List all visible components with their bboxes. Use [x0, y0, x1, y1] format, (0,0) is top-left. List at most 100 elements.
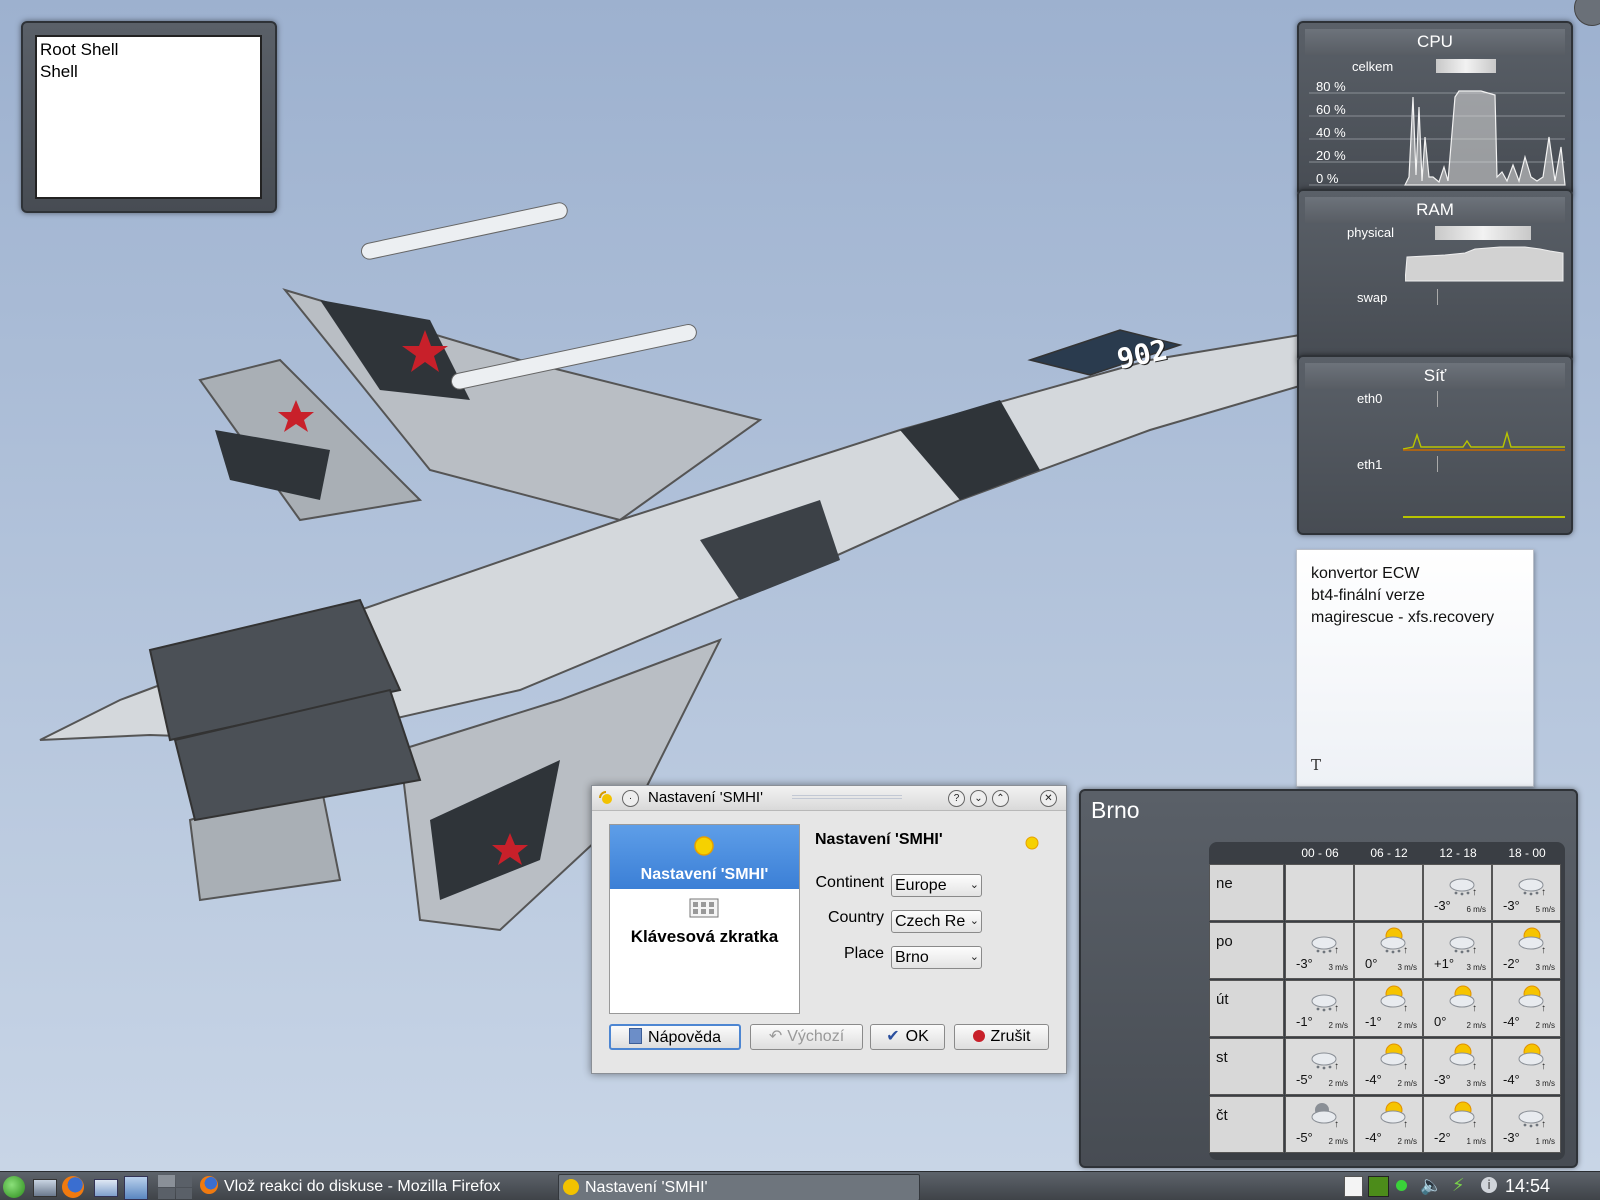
cancel-button[interactable]: Zrušit	[954, 1024, 1049, 1050]
ram-monitor-widget: RAM physical swap	[1297, 189, 1573, 363]
desktop-icon[interactable]	[33, 1179, 57, 1197]
cpu-total-label: celkem	[1352, 59, 1394, 74]
pager-desktop-3[interactable]	[158, 1187, 175, 1199]
forecast-wind-speed: 2 m/s	[1466, 1021, 1486, 1030]
forecast-temperature: -4°	[1365, 1072, 1382, 1087]
network-eth1-indicator	[1437, 456, 1438, 472]
task-firefox[interactable]: Vlož reakci do diskuse - Mozilla Firefox	[200, 1174, 555, 1199]
forecast-wind-speed: 3 m/s	[1328, 963, 1348, 972]
help-icon[interactable]: ?	[948, 790, 965, 807]
firefox-icon[interactable]	[62, 1176, 84, 1198]
place-label: Place	[843, 945, 884, 962]
cancel-button-label: Zrušit	[990, 1028, 1031, 1045]
check-icon: ✔	[886, 1028, 900, 1045]
help-button[interactable]: Nápověda	[609, 1024, 741, 1050]
page-item-smhi-settings[interactable]: Nastavení 'SMHI'	[610, 825, 799, 889]
chevron-down-icon: ⌄	[969, 951, 979, 963]
cpu-monitor-title: CPU	[1305, 29, 1565, 55]
email-icon[interactable]	[94, 1179, 118, 1197]
forecast-cell: ↑ -3° 3 m/s	[1423, 1038, 1492, 1095]
wind-arrow-icon: ↑	[1541, 1003, 1546, 1014]
wind-arrow-icon: ↑	[1472, 1119, 1477, 1130]
forecast-temperature: -3°	[1434, 1072, 1451, 1087]
pager-desktop-2[interactable]	[175, 1175, 192, 1187]
settings-page-list: Nastavení 'SMHI' Klávesová zkratka	[609, 824, 800, 1014]
file-manager-icon[interactable]	[124, 1176, 148, 1200]
pager[interactable]	[158, 1175, 192, 1199]
defaults-button[interactable]: ↶ Výchozí	[750, 1024, 863, 1050]
window-menu-button[interactable]: ·	[622, 790, 639, 807]
forecast-day-label: st	[1209, 1038, 1284, 1095]
country-select[interactable]: Czech Re ⌄	[891, 910, 982, 933]
minimize-icon[interactable]: ⌄	[970, 790, 987, 807]
launcher-list: Root Shell Shell	[35, 35, 262, 199]
dialog-title: Nastavení 'SMHI'	[648, 789, 763, 806]
network-monitor-title: Síť	[1305, 363, 1565, 389]
nvidia-icon[interactable]	[1368, 1176, 1389, 1197]
continent-value: Europe	[895, 877, 947, 894]
forecast-cell: ↑ -1° 2 m/s	[1354, 980, 1423, 1037]
chevron-down-icon: ⌄	[969, 915, 979, 927]
pager-desktop-4[interactable]	[175, 1187, 192, 1199]
forecast-temperature: -4°	[1365, 1130, 1382, 1145]
forecast-wind-speed: 1 m/s	[1466, 1137, 1486, 1146]
forecast-header-2: 12 - 18	[1439, 846, 1477, 860]
close-icon[interactable]: ✕	[1040, 790, 1057, 807]
heading-sun-icon	[1025, 836, 1039, 850]
place-select[interactable]: Brno ⌄	[891, 946, 982, 969]
wind-arrow-icon: ↑	[1403, 1061, 1408, 1072]
dialog-titlebar[interactable]: · Nastavení 'SMHI' ? ⌄ ⌃ ✕	[592, 786, 1066, 811]
help-button-label: Nápověda	[648, 1029, 721, 1046]
pager-desktop-1[interactable]	[158, 1175, 175, 1187]
network-eth0-label: eth0	[1357, 391, 1383, 406]
forecast-temperature: -5°	[1296, 1130, 1313, 1145]
wind-arrow-icon: ↑	[1334, 945, 1339, 956]
note-format-icon[interactable]: T	[1311, 756, 1321, 774]
forecast-cell: ↑ -1° 2 m/s	[1285, 980, 1354, 1037]
cpu-monitor-widget: CPU celkem 80 % 60 % 40 % 20 % 0 %	[1297, 21, 1573, 197]
note-line-1: konvertor ECW	[1311, 565, 1420, 582]
forecast-temperature: 0°	[1434, 1014, 1447, 1029]
task-smhi-label: Nastavení 'SMHI'	[585, 1179, 708, 1196]
place-value: Brno	[895, 949, 929, 966]
network-manager-icon[interactable]: ⚡	[1452, 1175, 1465, 1196]
forecast-wind-speed: 3 m/s	[1466, 963, 1486, 972]
forecast-cell: ↑ 0° 2 m/s	[1423, 980, 1492, 1037]
forecast-cell: ↑ -3° 1 m/s	[1492, 1096, 1561, 1153]
forecast-wind-speed: 2 m/s	[1397, 1079, 1417, 1088]
wind-arrow-icon: ↑	[1403, 1119, 1408, 1130]
status-led-icon[interactable]	[1396, 1180, 1407, 1191]
network-eth1-label: eth1	[1357, 457, 1383, 472]
continent-select[interactable]: Europe ⌄	[891, 874, 982, 897]
forecast-day-label: po	[1209, 922, 1284, 979]
forecast-temperature: -1°	[1365, 1014, 1382, 1029]
sticky-note-widget[interactable]: konvertor ECW bt4-finální verze magiresc…	[1296, 549, 1534, 787]
launcher-item-shell[interactable]: Shell	[40, 61, 257, 83]
page-item-shortcut[interactable]: Klávesová zkratka	[610, 889, 799, 953]
forecast-cell: ↑ -5° 2 m/s	[1285, 1096, 1354, 1153]
launcher-item-root-shell[interactable]: Root Shell	[40, 39, 257, 61]
wind-arrow-icon: ↑	[1403, 1003, 1408, 1014]
ram-swap-indicator	[1437, 289, 1438, 305]
forecast-wind-speed: 2 m/s	[1328, 1021, 1348, 1030]
ok-button[interactable]: ✔ OK	[870, 1024, 945, 1050]
taskbar-clock[interactable]: 14:54	[1505, 1174, 1550, 1199]
forecast-temperature: 0°	[1365, 956, 1378, 971]
wind-arrow-icon: ↑	[1334, 1003, 1339, 1014]
kde-menu-icon[interactable]	[3, 1176, 25, 1198]
volume-icon[interactable]: 🔈	[1420, 1175, 1442, 1196]
network-monitor-widget: Síť eth0 eth1	[1297, 355, 1573, 535]
firefox-icon	[200, 1176, 218, 1194]
forecast-temperature: -3°	[1296, 956, 1313, 971]
weather-city: Brno	[1091, 797, 1140, 823]
wind-arrow-icon: ↑	[1403, 945, 1408, 956]
page-item-label: Klávesová zkratka	[630, 927, 779, 946]
info-icon[interactable]: i	[1481, 1177, 1497, 1193]
task-smhi-settings[interactable]: Nastavení 'SMHI'	[558, 1174, 920, 1200]
undo-icon: ↶	[768, 1028, 783, 1045]
quick-launch-widget: Root Shell Shell	[21, 21, 277, 213]
clipboard-icon[interactable]	[1344, 1176, 1363, 1197]
maximize-icon[interactable]: ⌃	[992, 790, 1009, 807]
wind-arrow-icon: ↑	[1472, 945, 1477, 956]
forecast-wind-speed: 3 m/s	[1535, 963, 1555, 972]
